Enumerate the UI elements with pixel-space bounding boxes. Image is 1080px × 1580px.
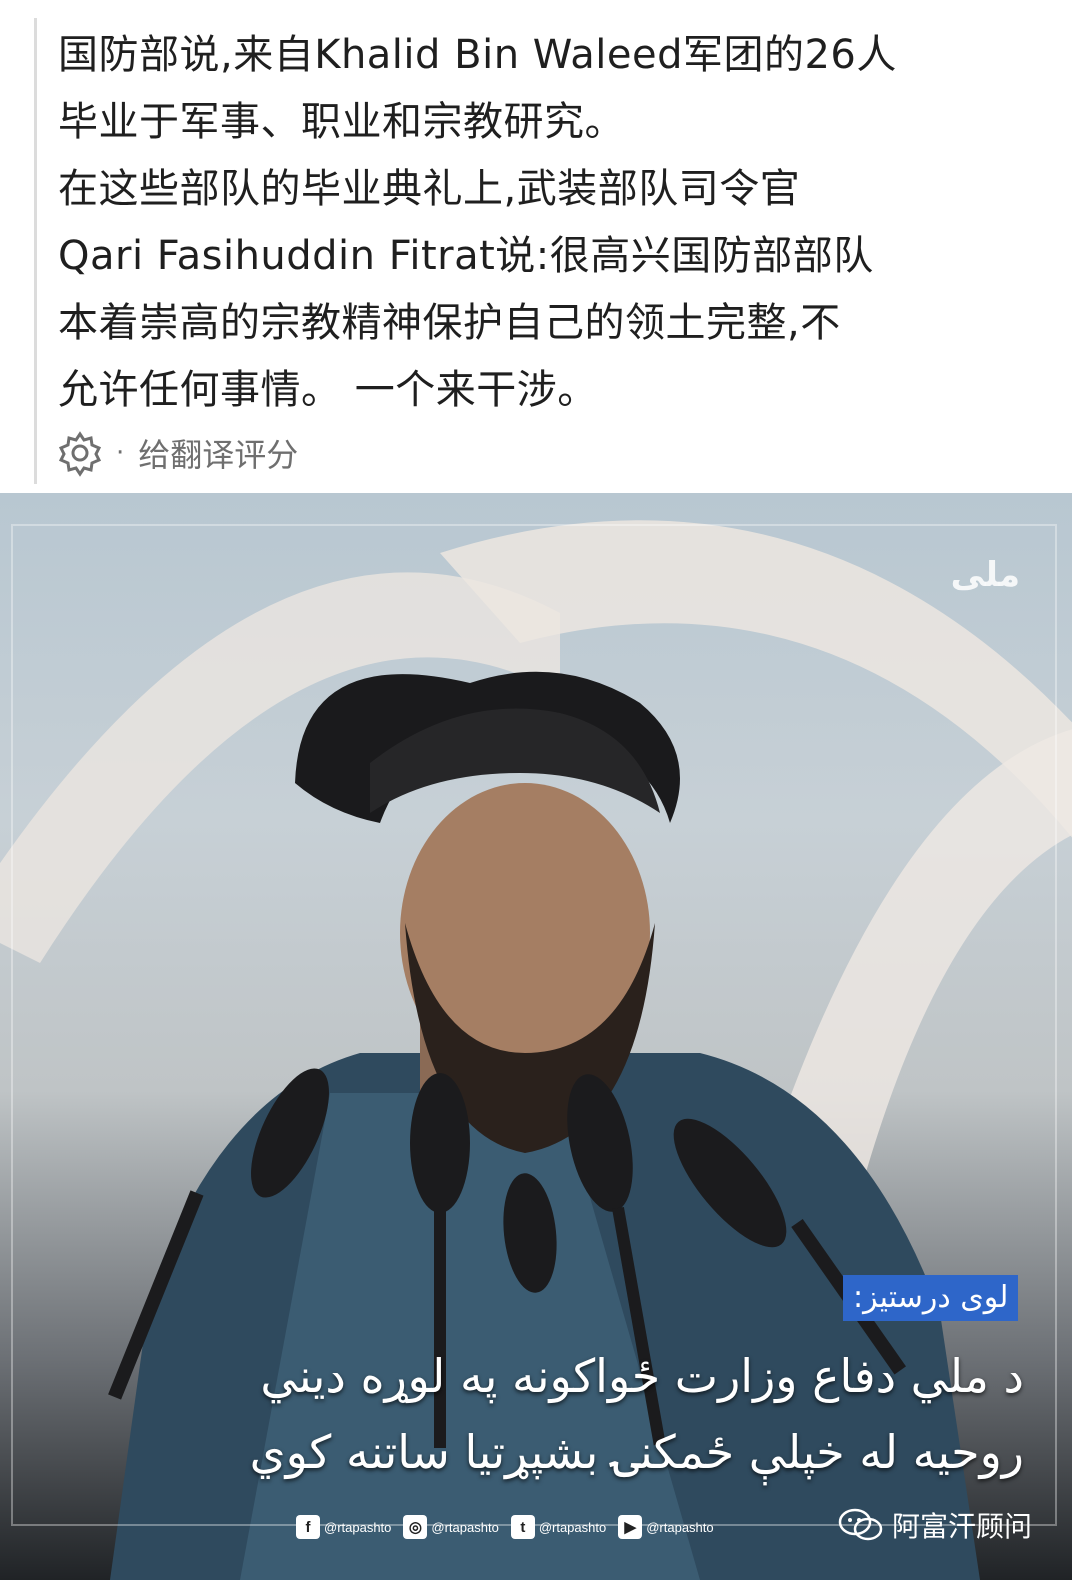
news-photo: ملی لوی درستیز: د ملي دفاع وزارت ځواکونه… <box>0 493 1072 1580</box>
social-handles: f @rtapashto ◎ @rtapashto t @rtapashto ▶… <box>296 1515 714 1539</box>
social-facebook: f @rtapashto <box>296 1515 391 1539</box>
watermark-text: 阿富汗顾问 <box>891 1510 1032 1543</box>
post-line: 在这些部队的毕业典礼上,武装部队司令官 <box>58 166 801 212</box>
caption-tag: لوی درستیز: <box>843 1275 1019 1321</box>
instagram-icon: ◎ <box>403 1515 428 1539</box>
post-line: 本着崇高的宗教精神保护自己的领土完整,不 <box>58 300 841 346</box>
social-handle: @rtapashto <box>538 1519 607 1535</box>
rate-translation-label: 给翻译评分 <box>138 436 299 474</box>
gear-icon <box>58 431 102 477</box>
translated-post: 国防部说,来自Khalid Bin Waleed军团的26人 毕业于军事、职业和… <box>0 0 1080 493</box>
twitter-icon: t <box>510 1515 535 1539</box>
account-watermark: 阿富汗顾问 <box>838 1505 1032 1545</box>
quote-bar <box>34 18 37 484</box>
post-line: 毕业于军事、职业和宗教研究。 <box>58 99 625 145</box>
photo-caption: د ملي دفاع وزارت ځواکونه په لوړه ديني رو… <box>40 1338 1024 1490</box>
post-text: 国防部说,来自Khalid Bin Waleed军团的26人 毕业于军事、职业和… <box>58 22 1048 424</box>
post-line: Qari Fasihuddin Fitrat说:很高兴国防部部队 <box>58 233 874 279</box>
rate-translation-button[interactable]: · 给翻译评分 <box>56 428 298 478</box>
caption-line: د ملي دفاع وزارت ځواکونه په لوړه ديني <box>260 1349 1024 1403</box>
social-instagram: ◎ @rtapashto <box>403 1515 499 1539</box>
channel-logo: ملی <box>950 555 1020 595</box>
social-handle: @rtapashto <box>324 1519 392 1535</box>
separator-dot: · <box>116 438 125 468</box>
post-line: 国防部说,来自Khalid Bin Waleed军团的26人 <box>58 32 897 78</box>
social-twitter: t @rtapashto <box>510 1515 607 1539</box>
social-youtube: ▶ @rtapashto <box>618 1515 714 1539</box>
facebook-icon: f <box>296 1515 320 1539</box>
caption-line: روحيه له خپلې ځمکنۍ بشپړتيا ساتنه کوي <box>249 1425 1024 1479</box>
post-line: 允许任何事情。 一个来干涉。 <box>58 367 598 413</box>
youtube-icon: ▶ <box>618 1515 643 1539</box>
social-handle: @rtapashto <box>646 1519 714 1535</box>
wechat-icon <box>838 1508 883 1541</box>
social-handle: @rtapashto <box>431 1519 499 1535</box>
